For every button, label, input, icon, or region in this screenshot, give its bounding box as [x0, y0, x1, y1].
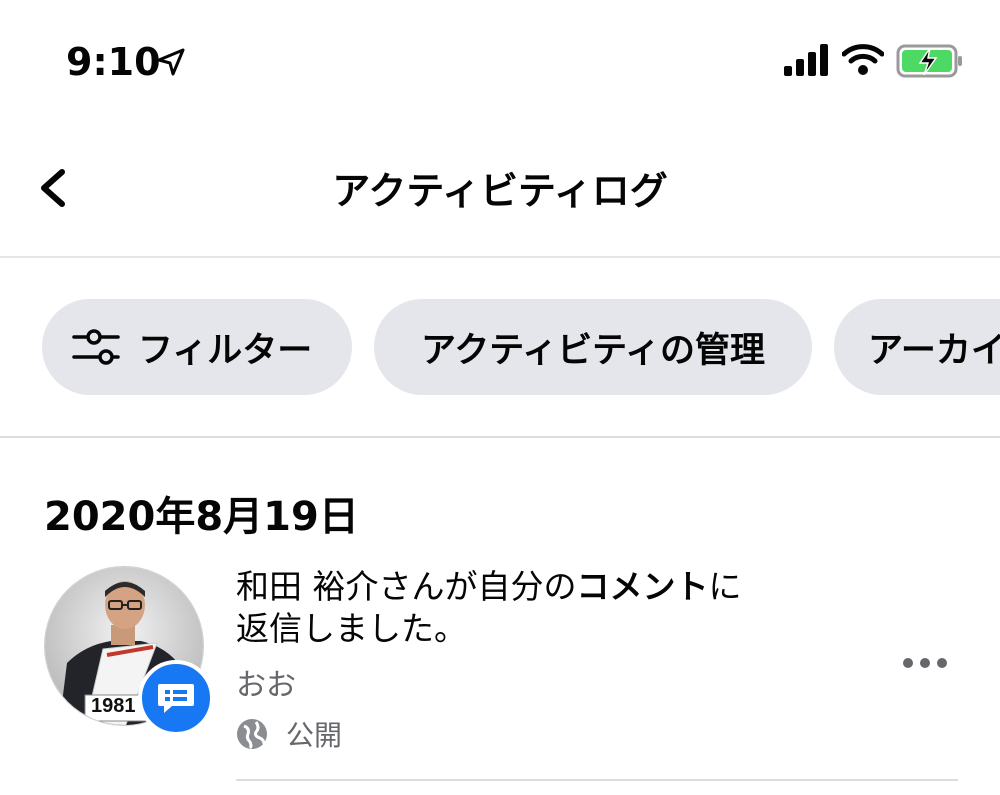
manage-activity-chip[interactable]: アクティビティの管理 — [374, 299, 812, 395]
comment-icon — [158, 684, 194, 713]
wifi-icon — [842, 44, 884, 75]
filter-chip[interactable]: フィルター — [42, 299, 352, 395]
globe-icon — [237, 719, 267, 750]
status-bar: 9:10 — [0, 0, 1000, 120]
page-title: アクティビティログ — [332, 169, 668, 213]
cellular-signal-icon — [784, 44, 828, 76]
battery-charging-icon — [896, 44, 962, 78]
privacy-label: 公開 — [286, 719, 343, 752]
activity-text-line2: 返信しました。 — [236, 609, 467, 648]
activity-description[interactable]: 和田 裕介さんが自分のコメントに 返信しました。 — [236, 566, 836, 650]
filter-chip-label: フィルター — [138, 330, 313, 371]
more-horizontal-icon[interactable] — [900, 648, 950, 678]
date-heading: 2020年8月19日 — [44, 494, 359, 540]
comment-snippet: おお — [236, 668, 296, 703]
item-divider — [236, 779, 958, 781]
avatar-number: 1981 — [91, 695, 136, 717]
filter-sliders-icon — [72, 329, 120, 365]
activity-text-bold: コメント — [576, 567, 709, 606]
activity-text-part2: に — [708, 567, 742, 606]
manage-activity-chip-label: アクティビティの管理 — [420, 330, 766, 371]
nav-header: アクティビティログ — [0, 140, 1000, 258]
activity-text-part1: 和田 裕介さんが自分の — [236, 567, 577, 606]
location-arrow-icon — [157, 48, 185, 76]
archive-chip-label: アーカイ — [868, 330, 1000, 371]
archive-chip[interactable]: アーカイ — [834, 299, 1000, 395]
privacy-row: 公開 — [236, 714, 342, 754]
chip-bar: フィルター アクティビティの管理 アーカイ — [0, 258, 1000, 438]
status-time: 9:10 — [66, 40, 161, 84]
comment-badge — [138, 660, 214, 736]
